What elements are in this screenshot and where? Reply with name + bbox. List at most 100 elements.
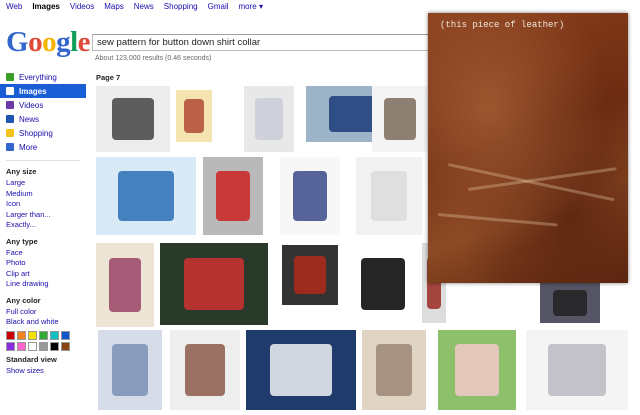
thumbnail-subject xyxy=(270,344,332,396)
image-thumbnail-hand-fabric[interactable] xyxy=(160,243,268,325)
color-swatch[interactable] xyxy=(50,330,59,340)
sidebar-item-shopping[interactable]: Shopping xyxy=(0,126,86,140)
color-swatch[interactable] xyxy=(61,330,70,340)
thumbnail-subject xyxy=(108,258,142,312)
more-icon xyxy=(6,143,14,151)
nav-link-web[interactable]: Web xyxy=(6,0,22,14)
color-swatch[interactable] xyxy=(39,341,48,351)
thumbnail-subject xyxy=(455,344,499,396)
nav-link-maps[interactable]: Maps xyxy=(104,0,124,14)
everything-icon xyxy=(6,73,14,81)
image-thumbnail-tv-shirts[interactable] xyxy=(246,330,356,410)
color-swatch[interactable] xyxy=(17,330,26,340)
nav-link-more[interactable]: more ▾ xyxy=(239,0,263,14)
color-swatch[interactable] xyxy=(28,341,37,351)
thumbnail-subject xyxy=(112,97,154,141)
nav-link-videos[interactable]: Videos xyxy=(70,0,94,14)
thumbnail-subject xyxy=(361,257,405,311)
images-icon xyxy=(6,87,14,95)
sidebar-item-label: More xyxy=(19,142,38,152)
image-thumbnail-diagram-neck[interactable] xyxy=(96,157,196,235)
thumbnail-subject xyxy=(112,344,148,396)
type-option-line-drawing[interactable]: Line drawing xyxy=(0,279,86,290)
size-option-icon[interactable]: Icon xyxy=(0,199,86,210)
image-thumbnail-collar-closeup[interactable] xyxy=(526,330,628,410)
page-label: Page 7 xyxy=(96,73,121,82)
color-swatch[interactable] xyxy=(61,341,70,351)
shopping-icon xyxy=(6,129,14,137)
image-thumbnail-red-shirt-man[interactable] xyxy=(282,245,338,305)
logo-letter: G xyxy=(6,26,29,58)
size-option-exactly[interactable]: Exactly... xyxy=(0,220,86,231)
logo-letter: e xyxy=(77,26,91,58)
sidebar-item-label: News xyxy=(19,114,40,124)
thumbnail-subject xyxy=(548,344,606,396)
thumbnail-subject xyxy=(185,344,225,396)
result-stats: About 123,000 results (0.46 seconds) xyxy=(95,55,212,62)
type-option-face[interactable]: Face xyxy=(0,248,86,259)
sidebar-item-images[interactable]: Images xyxy=(0,84,86,98)
image-thumbnail-patterned-shirt[interactable] xyxy=(170,330,240,410)
sidebar-item-label: Shopping xyxy=(19,128,53,138)
image-thumbnail-sewing-basket[interactable] xyxy=(372,86,428,152)
nav-link-gmail[interactable]: Gmail xyxy=(208,0,229,14)
color-swatch[interactable] xyxy=(50,341,59,351)
thumbnail-subject xyxy=(293,171,327,221)
size-option-medium[interactable]: Medium xyxy=(0,189,86,200)
image-thumbnail-western-shirt[interactable] xyxy=(356,157,422,235)
news-icon xyxy=(6,115,14,123)
show-sizes-link[interactable]: Show sizes xyxy=(0,366,86,377)
thumbnail-subject xyxy=(553,290,587,316)
image-thumbnail-pattern-envelopes[interactable] xyxy=(176,90,212,142)
image-thumbnail-tan-shirt[interactable] xyxy=(362,330,426,410)
color-swatch[interactable] xyxy=(6,330,15,340)
color-swatch[interactable] xyxy=(6,341,15,351)
image-thumbnail-two-girls[interactable] xyxy=(438,330,516,410)
videos-icon xyxy=(6,101,14,109)
image-thumbnail-pattern-pieces[interactable] xyxy=(96,86,170,152)
color-swatch[interactable] xyxy=(39,330,48,340)
sidebar: Everything Images Videos News Shopping More A… xyxy=(0,70,86,376)
color-filter-title: Any color xyxy=(6,295,41,305)
image-thumbnail-white-shirt[interactable] xyxy=(244,86,294,152)
search-input[interactable]: sew pattern for button down shirt collar xyxy=(92,34,432,51)
thumbnail-subject xyxy=(294,255,326,295)
logo-letter: o xyxy=(28,26,43,58)
sidebar-item-more[interactable]: More xyxy=(0,140,86,154)
leather-crease xyxy=(467,167,617,191)
nav-link-shopping[interactable]: Shopping xyxy=(164,0,198,14)
sidebar-item-label: Images xyxy=(19,86,47,96)
color-swatch[interactable] xyxy=(17,341,26,351)
nav-link-images[interactable]: Images xyxy=(32,0,60,14)
logo-letter: o xyxy=(42,26,57,58)
thumbnail-subject xyxy=(216,171,250,221)
sidebar-item-everything[interactable]: Everything xyxy=(0,70,86,84)
image-thumbnail-two-models[interactable] xyxy=(280,157,340,235)
thumbnail-subject xyxy=(183,257,245,311)
logo-letter: g xyxy=(56,26,71,58)
color-option-black-and-white[interactable]: Black and white xyxy=(0,317,86,328)
image-thumbnail-dark-placket[interactable] xyxy=(540,283,600,323)
image-thumbnail-red-back-shirt[interactable] xyxy=(203,157,263,235)
preview-caption: (this piece of leather) xyxy=(440,20,565,30)
view-title: Standard view xyxy=(6,354,57,364)
sidebar-item-videos[interactable]: Videos xyxy=(0,98,86,112)
thumbnail-subject xyxy=(118,171,174,221)
color-swatch[interactable] xyxy=(28,330,37,340)
thumbnail-subject xyxy=(183,99,205,133)
thumbnail-subject xyxy=(376,344,412,396)
sidebar-item-label: Everything xyxy=(19,72,57,82)
image-preview-overlay[interactable]: (this piece of leather) xyxy=(428,13,628,283)
image-thumbnail-mpb-sew-along[interactable] xyxy=(344,243,422,325)
type-option-clip-art[interactable]: Clip art xyxy=(0,269,86,280)
image-thumbnail-mccalls-pattern[interactable] xyxy=(96,243,154,327)
size-option-larger-than[interactable]: Larger than... xyxy=(0,210,86,221)
color-option-full-color[interactable]: Full color xyxy=(0,307,86,318)
nav-link-news[interactable]: News xyxy=(134,0,154,14)
size-option-large[interactable]: Large xyxy=(0,178,86,189)
type-option-photo[interactable]: Photo xyxy=(0,258,86,269)
google-logo[interactable]: Google xyxy=(6,26,91,59)
image-thumbnail-blue-oxford[interactable] xyxy=(98,330,162,410)
leather-crease xyxy=(437,213,558,227)
sidebar-item-news[interactable]: News xyxy=(0,112,86,126)
